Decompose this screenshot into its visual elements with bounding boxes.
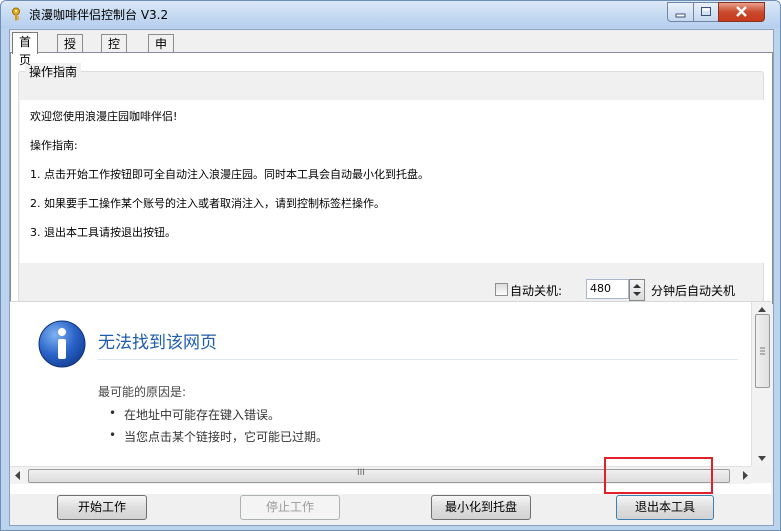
- tab-statement[interactable]: 申明: [148, 34, 175, 69]
- minimize-button[interactable]: [667, 2, 694, 22]
- auto-shutdown-suffix: 分钟后自动关机: [651, 284, 736, 298]
- error-reason-item: 当您点击某个链接时，它可能已过期。: [109, 428, 328, 445]
- tab-control[interactable]: 控制: [101, 34, 128, 69]
- auto-shutdown-label: 自动关机:: [510, 284, 563, 298]
- maximize-button[interactable]: [693, 2, 719, 22]
- guide-line: 操作指南:: [30, 139, 78, 152]
- tab-panel-home: 操作指南 欢迎您使用浪漫庄园咖啡伴侣! 操作指南: 1. 点击开始工作按钮即可全…: [10, 52, 773, 318]
- error-reason-item: 在地址中可能存在键入错误。: [109, 406, 280, 423]
- guide-text-area: 欢迎您使用浪漫庄园咖啡伴侣! 操作指南: 1. 点击开始工作按钮即可全自动注入浪…: [20, 100, 764, 263]
- error-reason-heading: 最可能的原因是:: [98, 385, 187, 399]
- guide-line: 2. 如果要手工操作某个账号的注入或者取消注入，请到控制标签栏操作。: [30, 197, 385, 210]
- exit-tool-button[interactable]: 退出本工具: [616, 495, 714, 520]
- guide-title: 操作指南: [25, 63, 82, 80]
- close-button[interactable]: [718, 2, 765, 22]
- divider: [98, 359, 738, 360]
- highlight-annotation: [604, 457, 713, 494]
- shutdown-minutes-input[interactable]: 480: [586, 279, 629, 299]
- key-icon: [9, 7, 23, 21]
- minutes-spinner[interactable]: [629, 279, 645, 301]
- auto-shutdown-checkbox[interactable]: [495, 283, 508, 296]
- guide-line: 欢迎您使用浪漫庄园咖啡伴侣!: [30, 110, 178, 123]
- client-area: 首页 授权 控制 申明 操作指南 欢迎您使用浪漫庄园咖啡伴侣! 操作指南: 1.…: [9, 29, 774, 526]
- title-bar[interactable]: 浪漫咖啡伴侣控制台 V3.2: [1, 1, 780, 28]
- window-title: 浪漫咖啡伴侣控制台 V3.2: [29, 8, 169, 22]
- tab-authorize[interactable]: 授权: [57, 34, 84, 69]
- start-work-button[interactable]: 开始工作: [57, 495, 147, 520]
- tab-home[interactable]: 首页: [12, 32, 39, 67]
- minimize-to-tray-button[interactable]: 最小化到托盘: [431, 495, 531, 520]
- app-window: 浪漫咖啡伴侣控制台 V3.2 首页 授权 控制 申明 操作指南 欢迎您使用浪漫庄…: [0, 0, 781, 531]
- guide-line: 3. 退出本工具请按退出按钮。: [30, 226, 176, 239]
- vertical-scroll-thumb[interactable]: [755, 314, 770, 388]
- stop-work-button[interactable]: 停止工作: [240, 495, 340, 520]
- info-icon: [37, 319, 87, 369]
- vertical-scrollbar[interactable]: [751, 302, 772, 466]
- scroll-grip: III: [357, 468, 365, 478]
- guide-line: 1. 点击开始工作按钮即可全自动注入浪漫庄园。同时本工具会自动最小化到托盘。: [30, 168, 429, 181]
- scroll-corner: [751, 466, 771, 483]
- error-title: 无法找到该网页: [98, 333, 217, 353]
